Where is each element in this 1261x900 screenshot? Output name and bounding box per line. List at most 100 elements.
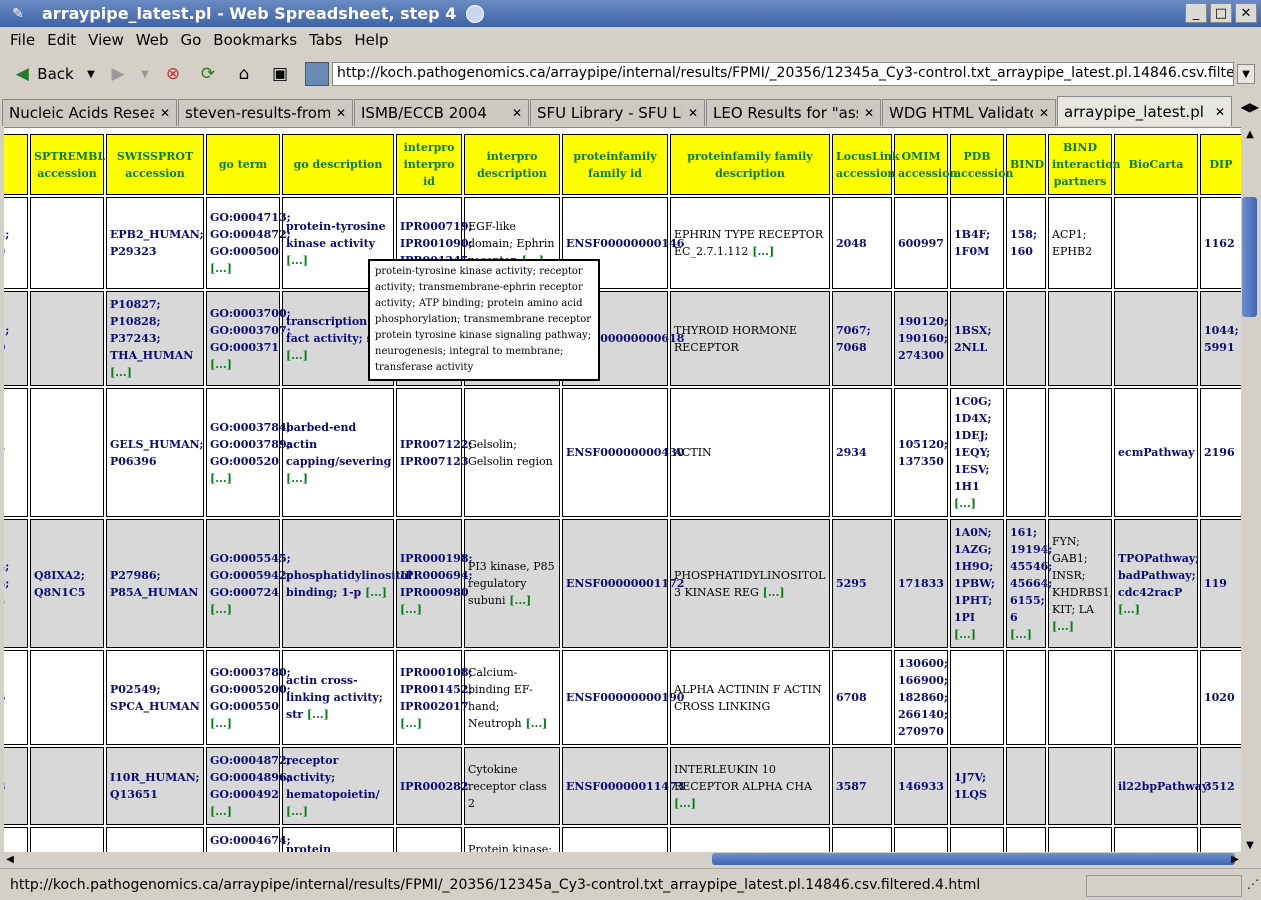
table-cell[interactable]: 2048 [832, 197, 892, 289]
reload-button[interactable]: ⟳ [190, 57, 226, 91]
table-cell[interactable]: GO:0003780; GO:0005200; GO:000550 [...] [206, 650, 291, 745]
vertical-scrollbar[interactable]: ▲ ▼ [1241, 127, 1259, 852]
more-link[interactable]: [...] [1118, 603, 1140, 616]
back-button[interactable]: ◀ Back [6, 57, 80, 91]
vertical-scroll-thumb[interactable] [1242, 197, 1257, 317]
table-cell[interactable]: ecmPathway [1114, 388, 1198, 517]
horizontal-scroll-thumb[interactable] [712, 853, 1235, 865]
more-link[interactable]: [...] [361, 586, 387, 599]
menu-tabs[interactable]: Tabs [303, 31, 348, 49]
tab-wdg-validator[interactable]: WDG HTML Validator ✕ [882, 99, 1056, 126]
more-link[interactable]: [...] [286, 254, 308, 267]
table-cell[interactable]: 130600; 166900; 182860; 266140; 270970 [894, 650, 948, 745]
table-cell[interactable]: IPR000282 [396, 747, 468, 825]
table-cell[interactable]: 1J7V; 1LQS [950, 747, 1004, 825]
table-cell[interactable]: GO:0003784; GO:0003789; GO:000520 [...] [206, 388, 291, 517]
more-link[interactable]: [...] [954, 497, 976, 510]
table-cell[interactable]: 06 [4, 827, 28, 852]
table-cell[interactable]: 146933 [894, 747, 948, 825]
tab-arraypipe[interactable]: arraypipe_latest.pl - W✕ [1057, 96, 1232, 126]
table-cell[interactable]: 04; 23; 24 [4, 519, 28, 648]
table-cell[interactable]: ACP1; EPHB2 [1048, 197, 1112, 289]
table-cell[interactable]: 1A0N; 1AZG; 1H9O; 1PBW; 1PHT; 1PI [...] [950, 519, 1004, 648]
close-tab-icon[interactable]: ✕ [512, 106, 522, 120]
more-link[interactable]: [...] [954, 628, 976, 641]
menu-bookmarks[interactable]: Bookmarks [207, 31, 303, 49]
table-cell[interactable]: 3587 [832, 747, 892, 825]
table-cell[interactable]: actin cross-linking activity; str [...] [282, 650, 394, 745]
more-link[interactable]: [...] [748, 245, 774, 258]
menu-view[interactable]: View [82, 31, 130, 49]
tab-nucleic-acids[interactable]: Nucleic Acids Resear ✕ [2, 99, 177, 126]
more-link[interactable]: [...] [522, 717, 547, 730]
more-link[interactable]: [...] [286, 805, 308, 818]
table-cell[interactable]: ENSF00000001133 [562, 827, 668, 852]
more-link[interactable]: [...] [286, 349, 308, 362]
table-cell[interactable]: Protein kinase; Serine/Threonine [...] [464, 827, 560, 852]
table-cell[interactable]: 190120; 190160; 274300 [894, 291, 948, 386]
table-cell[interactable]: 161; 19194; 45546; 45664; 6155; 6 [...] [1006, 519, 1052, 648]
more-link[interactable]: [...] [1052, 620, 1074, 633]
more-link[interactable]: [...] [400, 717, 422, 730]
table-cell[interactable]: 51; 50 [4, 291, 28, 386]
scroll-up-icon[interactable]: ▲ [1241, 127, 1259, 141]
table-cell[interactable]: 171833 [894, 519, 948, 648]
forward-history-dropdown[interactable]: ▼ [134, 57, 156, 91]
table-cell[interactable]: ENSF00000011473 [562, 747, 684, 825]
table-cell[interactable]: 1BSX; 2NLL [950, 291, 1004, 386]
table-cell[interactable]: GO:0004674; GO:0004682; GO:000469 [...] [206, 827, 291, 852]
table-cell[interactable]: barbed-end actin capping/severing [...] [282, 388, 394, 517]
table-cell[interactable]: IPR000198; IPR000694; IPR000980 [...] [396, 519, 473, 648]
menu-web[interactable]: Web [130, 31, 175, 49]
tab-scroll-arrows[interactable]: ◀▶ [1241, 100, 1259, 114]
table-cell[interactable]: Gelsolin; Gelsolin region [464, 388, 560, 517]
table-cell[interactable]: GO:0004872; GO:0004896; GO:000492 [...] [206, 747, 291, 825]
table-cell[interactable]: P02549; SPCA_HUMAN [106, 650, 204, 745]
table-cell[interactable]: IPR000719; IPR002290 [396, 827, 473, 852]
table-cell[interactable]: ENSF00000000190 [562, 650, 684, 745]
table-cell[interactable]: 318 [1200, 827, 1241, 852]
tab-sfu-library[interactable]: SFU Library - SFU Lib ✕ [530, 99, 705, 126]
table-cell[interactable]: KC22_HUMAN; P19784 [106, 827, 204, 852]
scroll-left-icon[interactable]: ◀ [4, 852, 16, 866]
close-tab-icon[interactable]: ✕ [688, 106, 698, 120]
table-cell[interactable]: TPOPathway; badPathway; cdc42racP [...] [1114, 519, 1199, 648]
table-cell[interactable]: 1162 [1200, 197, 1241, 289]
table-cell[interactable]: I10R_HUMAN; Q13651 [106, 747, 204, 825]
table-cell[interactable]: GO:0003700; GO:0003707; GO:000371 [...] [206, 291, 291, 386]
close-tab-icon[interactable]: ✕ [1215, 105, 1225, 119]
table-cell[interactable]: P10827; P10828; P37243; THA_HUMAN [...] [106, 291, 204, 386]
back-history-dropdown[interactable]: ▼ [80, 57, 102, 91]
table-cell[interactable]: FYN; GAB1; INSR; KHDRBS1; KIT; LA [...] [1048, 519, 1113, 648]
more-link[interactable]: [...] [1010, 628, 1032, 641]
url-input[interactable]: http://koch.pathogenomics.ca/arraypipe/i… [332, 62, 1234, 86]
menu-edit[interactable]: Edit [41, 31, 82, 49]
table-cell[interactable]: Q8IXA2; Q8N1C5 [30, 519, 104, 648]
table-cell[interactable]: 42; 19 [4, 197, 28, 289]
stop-button[interactable]: ⊗ [156, 57, 190, 91]
more-link[interactable]: [...] [210, 358, 232, 371]
table-cell[interactable]: 1020 [1200, 650, 1241, 745]
table-cell[interactable]: 600997 [894, 197, 948, 289]
more-link[interactable]: [...] [759, 586, 785, 599]
more-link[interactable]: [...] [286, 472, 308, 485]
table-cell[interactable]: ALPHA ACTININ F ACTIN CROSS LINKING [670, 650, 830, 745]
table-cell[interactable]: 115442 [894, 827, 948, 852]
close-tab-icon[interactable]: ✕ [1039, 106, 1049, 120]
more-link[interactable]: [...] [210, 805, 232, 818]
tab-ismb[interactable]: ISMB/ECCB 2004 ✕ [354, 99, 529, 126]
more-link[interactable]: [...] [210, 717, 232, 730]
table-cell[interactable]: 26 [4, 650, 28, 745]
menu-file[interactable]: File [4, 31, 41, 49]
table-cell[interactable]: PI3 kinase, P85 regulatory subuni [...] [464, 519, 560, 648]
table-cell[interactable]: 105120; 137350 [894, 388, 948, 517]
table-cell[interactable]: P27986; P85A_HUMAN [106, 519, 204, 648]
table-cell[interactable]: GO:0005545; GO:0005942; GO:000724 [...] [206, 519, 291, 648]
table-cell[interactable]: PHOSPHATIDYLINOSITOL 3 KINASE REG [...] [670, 519, 830, 648]
table-cell[interactable]: 2196 [1200, 388, 1241, 517]
menu-help[interactable]: Help [348, 31, 394, 49]
table-cell[interactable]: 58 [4, 747, 28, 825]
maximize-button[interactable]: □ [1210, 3, 1232, 23]
table-cell[interactable]: 1044; 5991 [1200, 291, 1241, 386]
close-tab-icon[interactable]: ✕ [864, 106, 874, 120]
